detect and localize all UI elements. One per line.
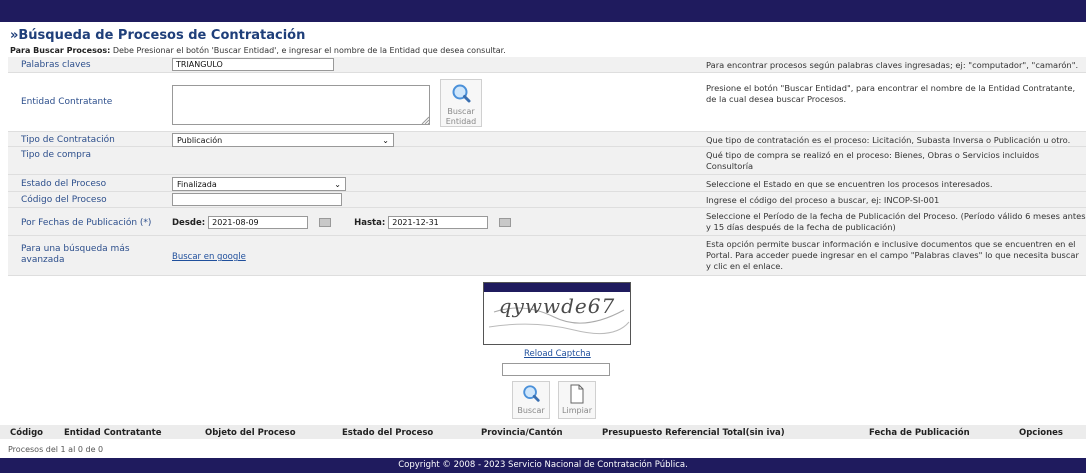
- col-entity[interactable]: Entidad Contratante: [64, 428, 162, 438]
- col-status[interactable]: Estado del Proceso: [342, 428, 433, 438]
- instructions-bold: Para Buscar Procesos:: [10, 46, 111, 55]
- row-dates: Por Fechas de Publicación (*) Desde: Has…: [8, 208, 1086, 236]
- dates-label: Por Fechas de Publicación (*): [21, 218, 152, 228]
- dates-help: Seleccione el Período de la fecha de Pub…: [706, 211, 1086, 232]
- col-code[interactable]: Código: [10, 428, 43, 438]
- entity-textarea[interactable]: [172, 85, 430, 125]
- col-date[interactable]: Fecha de Publicación: [869, 428, 970, 438]
- status-help: Seleccione el Estado en que se encuentre…: [706, 179, 993, 189]
- reload-captcha-link[interactable]: Reload Captcha: [524, 349, 591, 359]
- clear-button[interactable]: Limpiar: [558, 381, 596, 419]
- document-icon: [570, 384, 584, 404]
- top-banner: [0, 0, 1086, 22]
- col-object[interactable]: Objeto del Proceso: [205, 428, 296, 438]
- google-search-link[interactable]: Buscar en google: [172, 252, 246, 262]
- code-label: Código del Proceso: [21, 195, 107, 205]
- purchase-type-help: Qué tipo de compra se realizó en el proc…: [706, 150, 1040, 171]
- captcha-input[interactable]: [502, 363, 610, 376]
- row-contract-type: Tipo de Contratación Publicación ⌄ Que t…: [8, 132, 1086, 147]
- code-help: Ingrese el código del proceso a buscar, …: [706, 195, 940, 205]
- resize-grip-icon[interactable]: [421, 116, 429, 124]
- col-budget[interactable]: Presupuesto Referencial Total(sin iva): [602, 428, 785, 438]
- col-province[interactable]: Provincia/Cantón: [481, 428, 563, 438]
- chevron-down-icon: ⌄: [334, 179, 341, 189]
- captcha-header: [484, 283, 630, 292]
- row-status: Estado del Proceso Finalizada ⌄ Seleccio…: [8, 175, 1086, 192]
- clear-button-label: Limpiar: [562, 406, 592, 415]
- entity-help: Presione el botón "Buscar Entidad", para…: [706, 83, 1076, 104]
- contract-type-label: Tipo de Contratación: [21, 135, 115, 145]
- row-entity: Entidad Contratante Buscar Entidad Presi…: [8, 73, 1086, 132]
- advanced-label: Para una búsqueda más avanzada: [21, 244, 130, 265]
- to-label: Hasta:: [354, 217, 386, 228]
- row-purchase-type: Tipo de compra Qué tipo de compra se rea…: [8, 147, 1086, 175]
- code-input[interactable]: [172, 193, 342, 206]
- results-summary: Procesos del 1 al 0 de 0: [8, 445, 104, 454]
- keywords-label: Palabras claves: [21, 60, 91, 70]
- status-select[interactable]: Finalizada ⌄: [172, 177, 346, 191]
- advanced-help: Esta opción permite buscar información e…: [706, 239, 1079, 271]
- entity-label: Entidad Contratante: [21, 97, 113, 107]
- chevron-down-icon: ⌄: [382, 135, 389, 145]
- purchase-type-label: Tipo de compra: [21, 150, 92, 160]
- row-code: Código del Proceso Ingrese el código del…: [8, 192, 1086, 208]
- instructions: Para Buscar Procesos: Debe Presionar el …: [10, 46, 506, 55]
- contract-type-value: Publicación: [177, 135, 223, 145]
- contract-type-help: Que tipo de contratación es el proceso: …: [706, 135, 1071, 145]
- row-keywords: Palabras claves Para encontrar procesos …: [8, 57, 1086, 73]
- magnifier-icon: [452, 84, 471, 103]
- keywords-help: Para encontrar procesos según palabras c…: [706, 60, 1079, 70]
- captcha-text: qywwde67: [498, 294, 616, 318]
- col-options: Opciones: [1019, 428, 1063, 438]
- to-date-input[interactable]: [388, 216, 489, 229]
- search-button-label: Buscar: [517, 406, 545, 415]
- dates-fields: Desde: Hasta:: [172, 216, 692, 229]
- captcha-image: qywwde67: [483, 282, 631, 345]
- page-title: »Búsqueda de Procesos de Contratación: [10, 28, 306, 43]
- from-date-input[interactable]: [208, 216, 309, 229]
- search-entity-button-label: Buscar Entidad: [445, 107, 477, 126]
- calendar-icon[interactable]: [499, 218, 512, 227]
- status-label: Estado del Proceso: [21, 179, 107, 189]
- from-label: Desde:: [172, 217, 206, 228]
- calendar-icon[interactable]: [319, 218, 332, 227]
- footer: Copyright © 2008 - 2023 Servicio Naciona…: [0, 458, 1086, 473]
- results-header: Código Entidad Contratante Objeto del Pr…: [0, 425, 1086, 439]
- instructions-text: Debe Presionar el botón 'Buscar Entidad'…: [110, 46, 506, 55]
- keywords-input[interactable]: [172, 58, 334, 71]
- contract-type-select[interactable]: Publicación ⌄: [172, 133, 394, 147]
- search-entity-button[interactable]: Buscar Entidad: [440, 79, 482, 127]
- row-advanced: Para una búsqueda más avanzada Buscar en…: [8, 236, 1086, 276]
- status-value: Finalizada: [177, 179, 217, 189]
- magnifier-icon: [523, 385, 540, 402]
- search-button[interactable]: Buscar: [512, 381, 550, 419]
